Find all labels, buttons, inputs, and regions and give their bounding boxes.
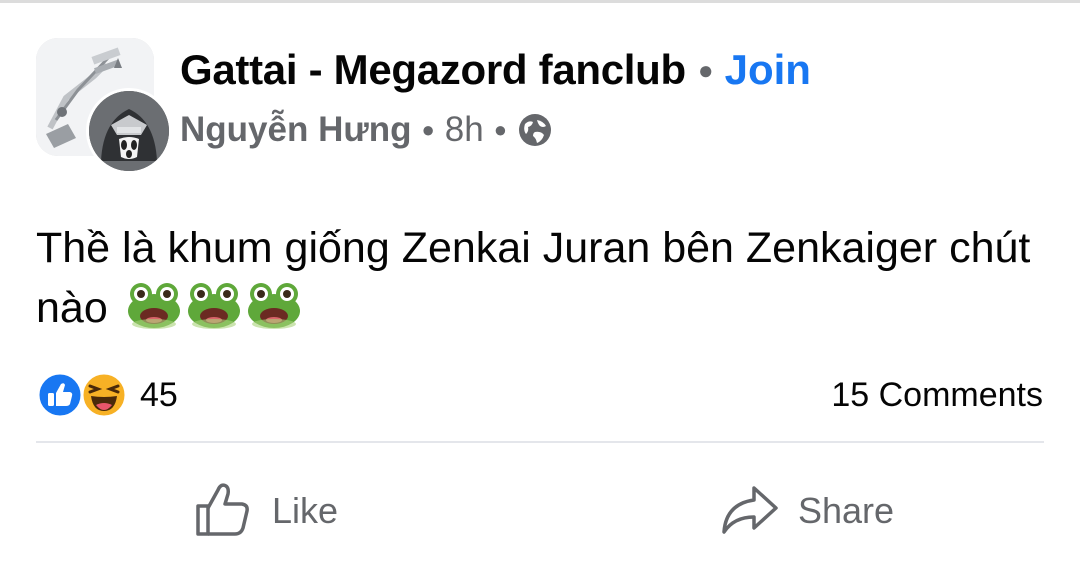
comments-count-link[interactable]: 15 Comments	[831, 372, 1043, 418]
separator-dot: ●	[421, 117, 435, 142]
post-header: Gattai - Megazord fanclub ● Join	[180, 40, 811, 100]
share-label: Share	[798, 490, 895, 531]
thumbs-up-icon	[192, 478, 254, 545]
separator-dot: ●	[697, 54, 714, 85]
author-name-link[interactable]: Nguyễn Hưng	[180, 110, 411, 150]
join-group-button[interactable]: Join	[725, 46, 811, 94]
separator-dot: ●	[493, 117, 507, 142]
divider	[36, 441, 1044, 443]
haha-reaction-icon	[80, 371, 128, 419]
globe-icon[interactable]	[517, 112, 553, 148]
post-meta: Nguyễn Hưng ● 8h ●	[180, 108, 553, 152]
frog-emoji	[186, 280, 242, 330]
share-arrow-icon	[718, 478, 780, 545]
emoji-group	[126, 280, 302, 330]
author-avatar[interactable]	[86, 88, 172, 174]
post-timestamp[interactable]: 8h	[445, 110, 484, 150]
reactions-summary[interactable]: 45	[36, 370, 178, 420]
frog-emoji	[126, 280, 182, 330]
frog-emoji	[246, 280, 302, 330]
share-button[interactable]: Share	[718, 476, 894, 546]
post-body: Thề là khum giống Zenkai Juran bên Zenka…	[36, 218, 1046, 338]
reaction-count: 45	[140, 375, 178, 414]
top-divider	[0, 0, 1080, 3]
like-button[interactable]: Like	[192, 476, 338, 546]
like-reaction-icon	[36, 371, 84, 419]
like-label: Like	[272, 490, 339, 531]
robot-helmet-image	[89, 91, 169, 171]
group-name-link[interactable]: Gattai - Megazord fanclub	[180, 46, 686, 94]
